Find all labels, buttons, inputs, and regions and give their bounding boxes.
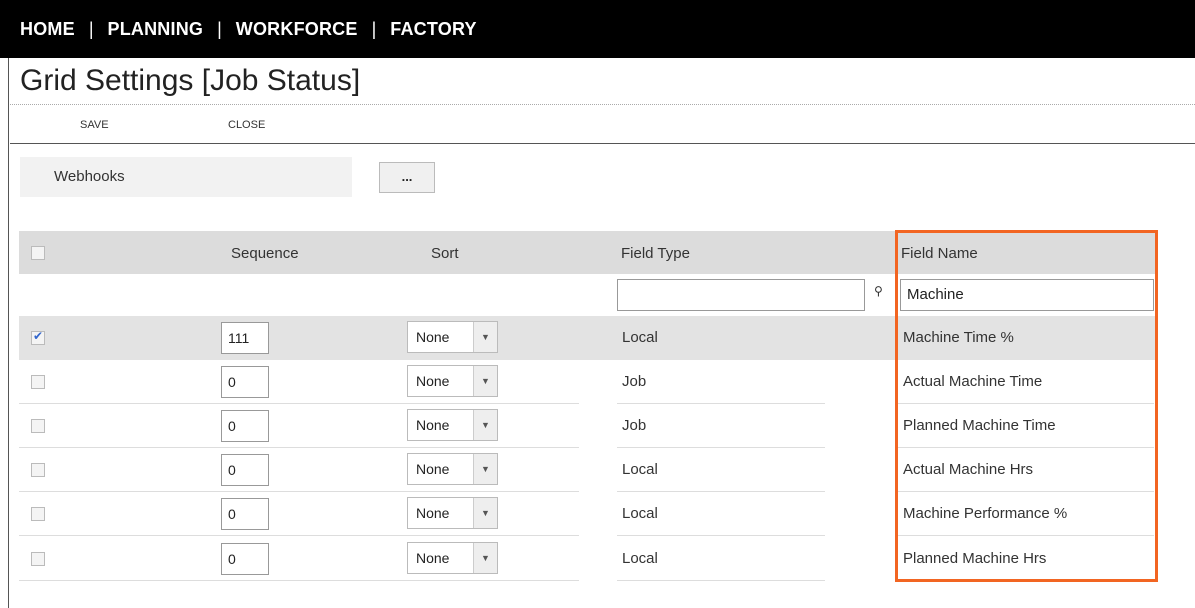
field-name-cell: Machine Performance % [903,505,1068,522]
row-divider [617,535,825,536]
header-field-type[interactable]: Field Type [621,231,690,276]
grid-header: Sequence Sort Field Type Field Name [19,231,1156,274]
sequence-input[interactable]: 0 [221,498,269,530]
table-row[interactable]: 0 None ▼ Local Actual Machine Hrs [19,448,1156,492]
sort-dropdown[interactable]: None ▼ [407,409,498,441]
row-checkbox[interactable] [31,552,45,566]
page-left-border [8,58,9,608]
sort-dropdown[interactable]: None ▼ [407,321,498,353]
webhooks-field: Webhooks [20,157,352,197]
nav-separator: | [88,18,94,39]
sequence-input[interactable]: 0 [221,454,269,486]
chevron-down-icon[interactable]: ▼ [473,366,497,396]
save-button[interactable]: SAVE [80,119,109,131]
row-checkbox[interactable] [31,419,45,433]
field-type-cell: Local [622,461,658,478]
field-name-filter-input[interactable]: Machine [900,279,1154,311]
row-checkbox[interactable] [31,463,45,477]
field-type-cell: Local [622,505,658,522]
field-name-cell: Actual Machine Time [903,373,1043,390]
sequence-input[interactable]: 0 [221,366,269,398]
table-row[interactable]: 111 None ▼ Local Machine Time % [19,316,1156,360]
chevron-down-icon[interactable]: ▼ [473,543,497,573]
row-checkbox[interactable] [31,507,45,521]
field-name-cell: Planned Machine Hrs [903,550,1047,567]
chevron-down-icon[interactable]: ▼ [473,322,497,352]
nav-separator: | [217,18,222,39]
sort-value: None [416,550,450,566]
chevron-down-icon[interactable]: ▼ [473,454,497,484]
sort-dropdown[interactable]: None ▼ [407,542,498,574]
row-checkbox[interactable] [31,329,45,345]
field-type-filter-input[interactable] [617,279,865,311]
field-type-cell: Job [622,373,647,390]
field-type-cell: Job [622,417,647,434]
table-row[interactable]: 0 None ▼ Local Machine Performance % [19,492,1156,536]
row-divider [897,535,1154,536]
row-divider [19,535,579,536]
chevron-down-icon[interactable]: ▼ [473,498,497,528]
webhooks-browse-button[interactable]: ... [379,162,435,193]
table-row[interactable]: 0 None ▼ Local Planned Machine Hrs [19,537,1156,581]
field-type-cell: Local [622,550,658,567]
field-name-cell: Machine Time % [903,329,1014,346]
sequence-input[interactable]: 0 [221,410,269,442]
row-divider [617,580,825,581]
field-name-cell: Actual Machine Hrs [903,461,1034,478]
sort-value: None [416,505,450,521]
select-all-checkbox[interactable] [31,246,45,260]
row-checkbox[interactable] [31,375,45,389]
sequence-input[interactable]: 111 [221,322,269,354]
sort-value: None [416,417,450,433]
table-row[interactable]: 0 None ▼ Job Planned Machine Time [19,404,1156,448]
page-title: Grid Settings [Job Status] [20,64,361,97]
nav-workforce[interactable]: WORKFORCE [236,19,358,40]
chevron-down-icon[interactable]: ▼ [473,410,497,440]
table-row[interactable]: 0 None ▼ Job Actual Machine Time [19,360,1156,404]
sort-value: None [416,373,450,389]
sort-value: None [416,329,450,345]
field-name-cell: Planned Machine Time [903,417,1056,434]
header-sequence[interactable]: Sequence [231,231,299,276]
sequence-input[interactable]: 0 [221,543,269,575]
header-field-name[interactable]: Field Name [901,231,978,276]
sort-dropdown[interactable]: None ▼ [407,497,498,529]
sort-value: None [416,461,450,477]
field-type-cell: Local [622,329,658,346]
nav-separator: | [371,18,377,39]
row-divider [19,580,579,581]
sort-dropdown[interactable]: None ▼ [407,453,498,485]
title-divider [10,104,1195,105]
nav-home[interactable]: HOME [20,19,75,40]
header-sort[interactable]: Sort [431,231,459,276]
row-divider [897,580,1154,581]
top-nav: HOME | PLANNING | WORKFORCE | FACTORY [0,0,1195,58]
sort-dropdown[interactable]: None ▼ [407,365,498,397]
nav-planning[interactable]: PLANNING [108,19,204,40]
nav-factory[interactable]: FACTORY [390,19,476,40]
toolbar-divider [10,143,1195,144]
close-button[interactable]: CLOSE [228,119,265,131]
pin-icon[interactable]: ⚲ [874,284,883,298]
